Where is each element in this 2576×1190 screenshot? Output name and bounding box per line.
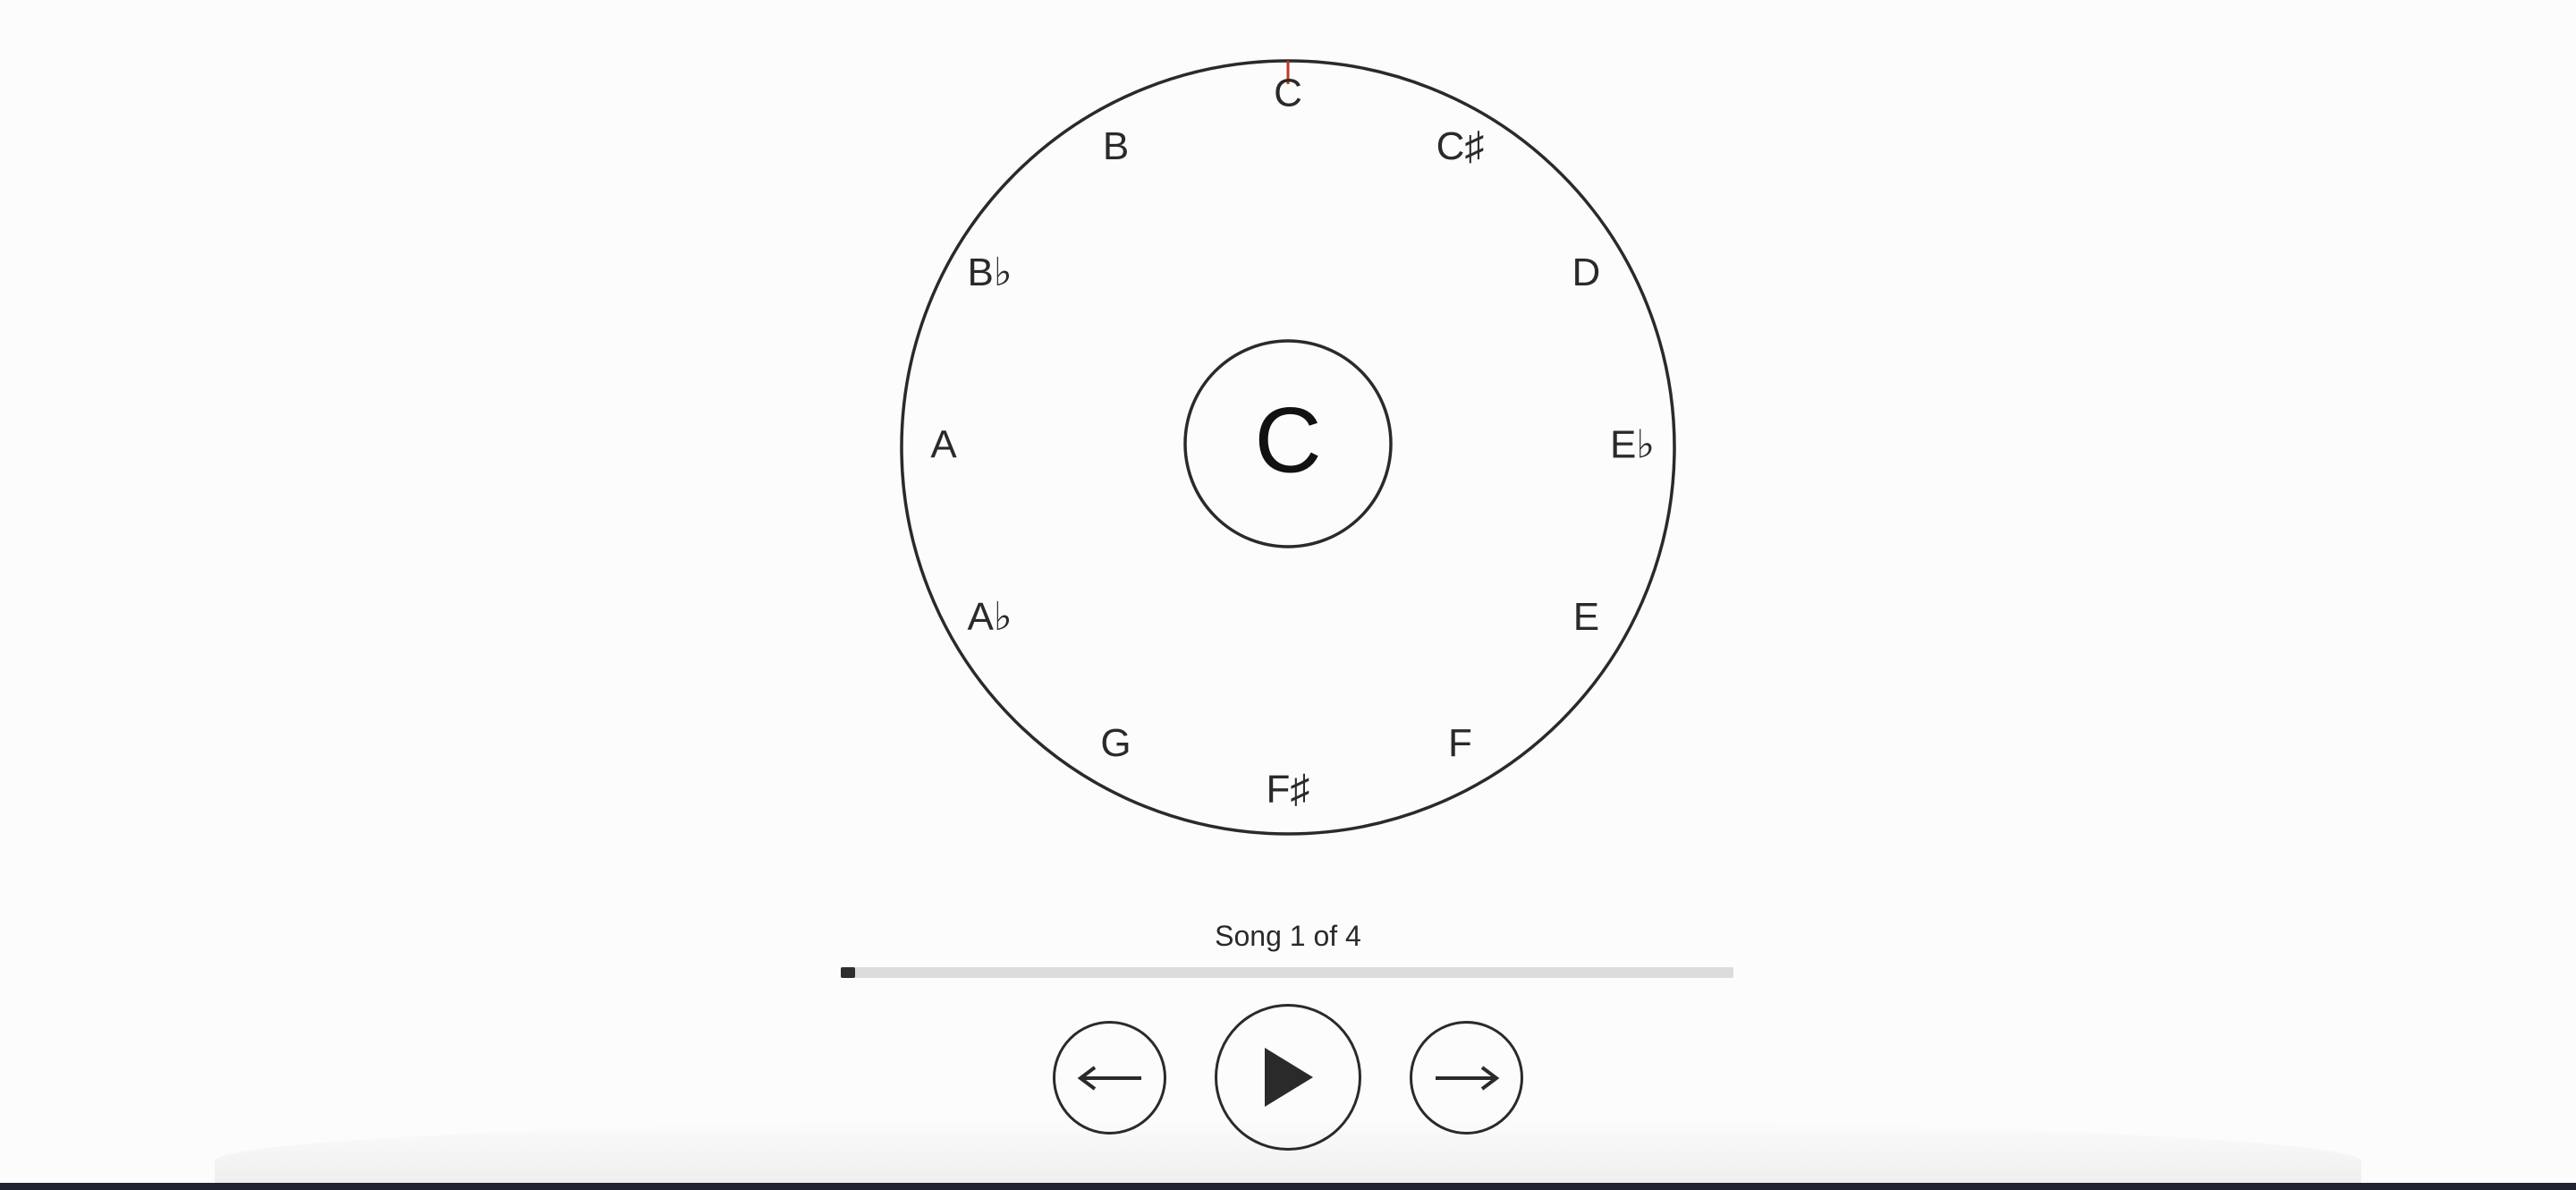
song-progress-bar[interactable] [841, 967, 1733, 978]
note-label-e[interactable]: E [1573, 595, 1599, 639]
previous-song-button[interactable] [1053, 1021, 1166, 1135]
song-progress-fill [841, 967, 855, 978]
current-key-label: C [1254, 388, 1321, 492]
note-label-b[interactable]: B [1103, 124, 1129, 168]
note-label-c[interactable]: C [1274, 72, 1302, 115]
next-song-button[interactable] [1410, 1021, 1523, 1135]
arrow-right-icon [1435, 1065, 1499, 1091]
note-label-e-flat[interactable]: E♭ [1610, 423, 1655, 467]
key-wheel: C C♯ D E♭ E F F♯ G A♭ A B♭ B C [900, 59, 1676, 836]
play-button[interactable] [1215, 1004, 1361, 1151]
note-label-f[interactable]: F [1448, 721, 1472, 765]
note-label-a-flat[interactable]: A♭ [968, 595, 1013, 639]
note-label-d[interactable]: D [1572, 251, 1601, 294]
song-status: Song 1 of 4 [1215, 920, 1361, 952]
note-label-c-sharp[interactable]: C♯ [1436, 124, 1485, 168]
note-label-f-sharp[interactable]: F♯ [1267, 768, 1310, 812]
play-icon [1265, 1048, 1313, 1107]
window-bottom-edge [0, 1183, 2576, 1190]
note-label-a[interactable]: A [930, 423, 957, 467]
app-stage: C C♯ D E♭ E F F♯ G A♭ A B♭ B C Song 1 of 4 [0, 0, 2576, 1190]
note-label-g[interactable]: G [1100, 721, 1131, 765]
arrow-left-icon [1077, 1065, 1141, 1091]
note-label-b-flat[interactable]: B♭ [968, 251, 1013, 294]
